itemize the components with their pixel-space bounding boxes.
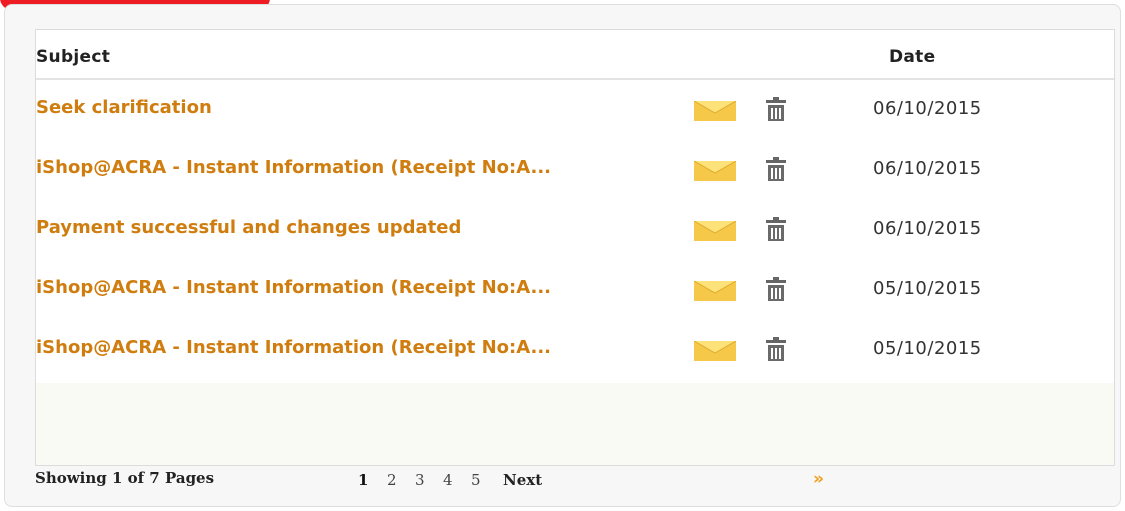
message-table: Subject Date Seek clarification 06/10/20… — [35, 29, 1115, 466]
table-row: iShop@ACRA - Instant Information (Receip… — [36, 260, 1114, 320]
envelope-icon[interactable] — [694, 221, 736, 241]
page-count-label: Showing 1 of 7 Pages — [35, 469, 215, 487]
page-link-2[interactable]: 2 — [387, 471, 397, 489]
column-header-date: Date — [889, 47, 936, 67]
message-subject-link[interactable]: iShop@ACRA - Instant Information (Receip… — [36, 157, 686, 178]
last-page-icon[interactable]: » — [813, 469, 824, 489]
message-date: 06/10/2015 — [873, 218, 982, 239]
pagination: Showing 1 of 7 Pages 1 2 3 4 5 Next » — [35, 467, 1115, 497]
message-subject-link[interactable]: iShop@ACRA - Instant Information (Receip… — [36, 277, 686, 298]
envelope-icon[interactable] — [694, 101, 736, 121]
trash-icon[interactable] — [766, 157, 786, 181]
table-row: Payment successful and changes updated 0… — [36, 200, 1114, 260]
trash-icon[interactable] — [766, 217, 786, 241]
page-link-3[interactable]: 3 — [415, 471, 425, 489]
page-link-1[interactable]: 1 — [358, 471, 368, 489]
table-row: Seek clarification 06/10/2015 — [36, 80, 1114, 140]
trash-icon[interactable] — [766, 277, 786, 301]
message-date: 05/10/2015 — [873, 338, 982, 359]
message-subject-link[interactable]: iShop@ACRA - Instant Information (Receip… — [36, 337, 686, 358]
envelope-icon[interactable] — [694, 341, 736, 361]
message-date: 05/10/2015 — [873, 278, 982, 299]
envelope-icon[interactable] — [694, 161, 736, 181]
page-link-4[interactable]: 4 — [443, 471, 453, 489]
inbox-panel: Subject Date Seek clarification 06/10/20… — [4, 4, 1121, 507]
table-header: Subject Date — [36, 30, 1114, 80]
table-row: iShop@ACRA - Instant Information (Receip… — [36, 140, 1114, 200]
message-subject-link[interactable]: Seek clarification — [36, 97, 686, 118]
envelope-icon[interactable] — [694, 281, 736, 301]
message-subject-link[interactable]: Payment successful and changes updated — [36, 217, 686, 238]
message-date: 06/10/2015 — [873, 98, 982, 119]
table-body: Seek clarification 06/10/2015 iShop@ACRA… — [36, 80, 1114, 383]
table-row: iShop@ACRA - Instant Information (Receip… — [36, 320, 1114, 380]
column-header-subject: Subject — [36, 47, 111, 67]
page-link-5[interactable]: 5 — [471, 471, 481, 489]
trash-icon[interactable] — [766, 97, 786, 121]
next-page-button[interactable]: Next — [503, 471, 542, 489]
trash-icon[interactable] — [766, 337, 786, 361]
message-date: 06/10/2015 — [873, 158, 982, 179]
